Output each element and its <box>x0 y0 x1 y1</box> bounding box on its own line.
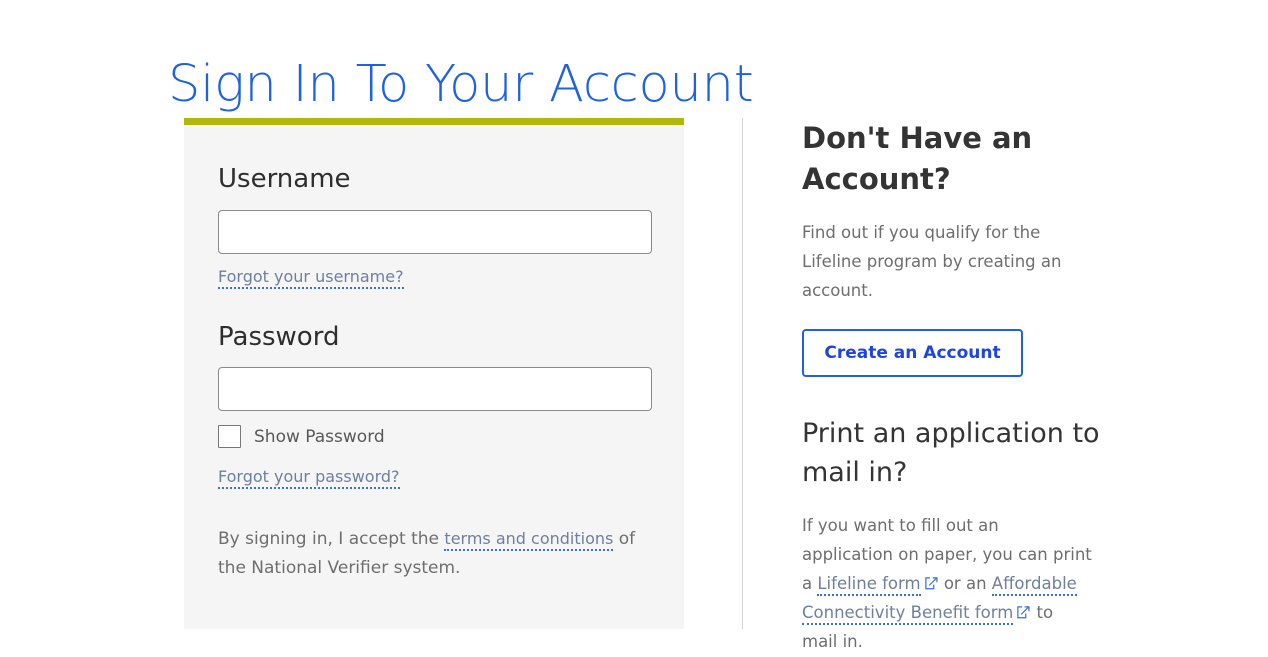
username-input[interactable] <box>218 209 652 254</box>
create-account-button[interactable]: Create an Account <box>802 328 1023 377</box>
password-input[interactable] <box>218 367 652 412</box>
print-application-description: If you want to fill out an application o… <box>802 512 1092 656</box>
terms-and-conditions-link[interactable]: terms and conditions <box>444 529 614 552</box>
page-title: Sign In To Your Account <box>168 55 754 115</box>
no-account-heading: Don't Have an Account? <box>802 121 1033 197</box>
print-text-part2: or an <box>938 573 992 593</box>
column-divider <box>742 118 743 629</box>
password-label: Password <box>218 321 340 352</box>
forgot-password-row: Forgot your password? <box>218 467 652 490</box>
username-label: Username <box>218 164 351 194</box>
forgot-username-link[interactable]: Forgot your username? <box>218 266 404 289</box>
print-application-heading: Print an application to mail in? <box>802 417 1100 488</box>
info-column: Don't Have an Account? Find out if you q… <box>802 118 1122 657</box>
username-field-group: Username Forgot your username? <box>218 164 652 289</box>
terms-acceptance-text: By signing in, I accept the terms and co… <box>218 525 638 583</box>
sign-in-form: Username Forgot your username? Password … <box>184 125 684 583</box>
lifeline-form-link[interactable]: Lifeline form <box>817 573 921 596</box>
sign-in-page: Sign In To Your Account Username Forgot … <box>0 0 1268 651</box>
external-link-icon[interactable] <box>1016 605 1031 620</box>
sign-in-panel: Username Forgot your username? Password … <box>184 118 684 629</box>
external-link-icon[interactable] <box>924 576 939 591</box>
forgot-username-row: Forgot your username? <box>218 266 652 289</box>
forgot-password-link[interactable]: Forgot your password? <box>218 467 400 490</box>
show-password-row[interactable]: Show Password <box>218 425 652 449</box>
show-password-checkbox[interactable] <box>218 425 241 449</box>
show-password-label: Show Password <box>254 426 385 447</box>
terms-prefix: By signing in, I accept the <box>218 529 445 550</box>
no-account-description: Find out if you qualify for the Lifeline… <box>802 223 1062 301</box>
password-field-group: Password Show Password Forgot your passw… <box>218 321 652 490</box>
content-columns: Username Forgot your username? Password … <box>0 118 1268 651</box>
